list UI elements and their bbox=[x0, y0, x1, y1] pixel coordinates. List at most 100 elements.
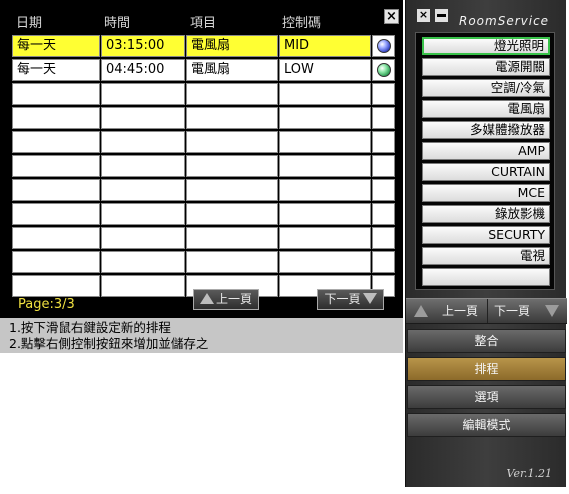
device-button[interactable]: 電源開關 bbox=[422, 58, 550, 76]
empty-cell bbox=[279, 131, 371, 153]
mode-edit-button[interactable]: 編輯模式 bbox=[407, 413, 566, 437]
help-text: 1.按下滑鼠右鍵設定新的排程 2.點擊右側控制按鈕來增加並儲存之 bbox=[0, 318, 403, 353]
empty-cell bbox=[186, 227, 278, 249]
arrow-up-icon bbox=[414, 305, 428, 317]
cell-item: 電風扇 bbox=[186, 59, 278, 81]
arrow-down-icon bbox=[362, 293, 377, 304]
empty-cell bbox=[101, 275, 185, 297]
device-button[interactable] bbox=[422, 268, 550, 286]
empty-cell bbox=[372, 179, 395, 201]
table-row[interactable]: 每一天 04:45:00 電風扇 LOW bbox=[12, 59, 395, 81]
table-row[interactable] bbox=[12, 251, 395, 273]
column-header-time: 時間 bbox=[104, 16, 131, 31]
empty-cell bbox=[12, 107, 100, 129]
empty-cell bbox=[12, 155, 100, 177]
empty-cell bbox=[101, 155, 185, 177]
cell-time: 04:45:00 bbox=[101, 59, 185, 81]
device-list: 燈光照明 電源開關 空調/冷氣 電風扇 多媒體撥放器 AMP CURTAIN M… bbox=[415, 32, 555, 290]
table-row[interactable] bbox=[12, 107, 395, 129]
help-line: 1.按下滑鼠右鍵設定新的排程 bbox=[9, 320, 171, 335]
device-prev-label: 上一頁 bbox=[441, 304, 478, 318]
empty-cell bbox=[372, 131, 395, 153]
cell-date: 每一天 bbox=[12, 59, 100, 81]
empty-cell bbox=[186, 107, 278, 129]
help-line: 2.點擊右側控制按鈕來增加並儲存之 bbox=[9, 336, 209, 351]
table-row[interactable] bbox=[12, 155, 395, 177]
empty-cell bbox=[12, 275, 100, 297]
device-button[interactable]: SECURTY bbox=[422, 226, 550, 244]
mode-integrate-button[interactable]: 整合 bbox=[407, 329, 566, 353]
device-button[interactable]: 空調/冷氣 bbox=[422, 79, 550, 97]
empty-cell bbox=[186, 155, 278, 177]
column-header-date: 日期 bbox=[16, 16, 43, 31]
empty-cell bbox=[372, 107, 395, 129]
table-row[interactable] bbox=[12, 227, 395, 249]
empty-cell bbox=[12, 131, 100, 153]
device-next-label: 下一頁 bbox=[494, 304, 531, 318]
table-row[interactable] bbox=[12, 83, 395, 105]
device-button[interactable]: CURTAIN bbox=[422, 163, 550, 181]
device-prev-button[interactable]: 上一頁 bbox=[406, 299, 486, 323]
device-button[interactable]: AMP bbox=[422, 142, 550, 160]
app-brand: RoomService bbox=[459, 14, 550, 28]
cell-status[interactable] bbox=[372, 35, 395, 57]
minimize-icon[interactable] bbox=[435, 9, 448, 22]
schedule-header: 日期 時間 項目 控制碼 × bbox=[0, 0, 403, 34]
empty-cell bbox=[372, 251, 395, 273]
page-indicator: Page:3/3 bbox=[18, 297, 75, 312]
next-page-label: 下一頁 bbox=[324, 292, 361, 306]
prev-page-label: 上一頁 bbox=[215, 292, 252, 306]
schedule-panel: 日期 時間 項目 控制碼 × 每一天 03:15:00 電風扇 MID 每一天 … bbox=[0, 0, 403, 353]
cell-item: 電風扇 bbox=[186, 35, 278, 57]
arrow-down-icon bbox=[545, 305, 559, 317]
device-button[interactable]: MCE bbox=[422, 184, 550, 202]
mode-options-button[interactable]: 選項 bbox=[407, 385, 566, 409]
close-icon[interactable]: × bbox=[384, 9, 399, 24]
empty-cell bbox=[279, 203, 371, 225]
empty-cell bbox=[372, 83, 395, 105]
device-next-button[interactable]: 下一頁 bbox=[487, 299, 567, 323]
control-panel: × RoomService 燈光照明 電源開關 空調/冷氣 電風扇 多媒體撥放器… bbox=[405, 0, 567, 487]
empty-cell bbox=[101, 203, 185, 225]
empty-cell bbox=[101, 83, 185, 105]
device-button[interactable]: 多媒體撥放器 bbox=[422, 121, 550, 139]
table-row[interactable] bbox=[12, 131, 395, 153]
empty-cell bbox=[279, 251, 371, 273]
empty-cell bbox=[186, 131, 278, 153]
device-button[interactable]: 電風扇 bbox=[422, 100, 550, 118]
empty-cell bbox=[101, 251, 185, 273]
empty-cell bbox=[101, 179, 185, 201]
empty-cell bbox=[372, 203, 395, 225]
close-icon[interactable]: × bbox=[417, 9, 430, 22]
empty-cell bbox=[279, 179, 371, 201]
empty-cell bbox=[12, 203, 100, 225]
empty-cell bbox=[279, 83, 371, 105]
cell-date: 每一天 bbox=[12, 35, 100, 57]
device-button[interactable]: 燈光照明 bbox=[422, 37, 550, 55]
version-label: Ver.1.21 bbox=[506, 467, 552, 480]
column-header-item: 項目 bbox=[190, 16, 217, 31]
empty-cell bbox=[186, 251, 278, 273]
table-row[interactable]: 每一天 03:15:00 電風扇 MID bbox=[12, 35, 395, 57]
green-orb-icon bbox=[377, 63, 391, 77]
device-page-nav: 上一頁 下一頁 bbox=[406, 298, 567, 324]
blue-orb-icon bbox=[377, 39, 391, 53]
empty-cell bbox=[279, 155, 371, 177]
empty-cell bbox=[101, 131, 185, 153]
control-titlebar: × RoomService bbox=[406, 0, 567, 34]
prev-page-button[interactable]: 上一頁 bbox=[193, 289, 259, 310]
mode-schedule-button[interactable]: 排程 bbox=[407, 357, 566, 381]
device-button[interactable]: 電視 bbox=[422, 247, 550, 265]
empty-cell bbox=[186, 83, 278, 105]
table-row[interactable] bbox=[12, 179, 395, 201]
next-page-button[interactable]: 下一頁 bbox=[317, 289, 384, 310]
table-row[interactable] bbox=[12, 203, 395, 225]
arrow-up-icon bbox=[199, 293, 214, 304]
empty-cell bbox=[186, 203, 278, 225]
cell-status[interactable] bbox=[372, 59, 395, 81]
empty-cell bbox=[186, 179, 278, 201]
device-button[interactable]: 錄放影機 bbox=[422, 205, 550, 223]
cell-code: MID bbox=[279, 35, 371, 57]
empty-cell bbox=[12, 83, 100, 105]
column-header-code: 控制碼 bbox=[282, 16, 322, 31]
